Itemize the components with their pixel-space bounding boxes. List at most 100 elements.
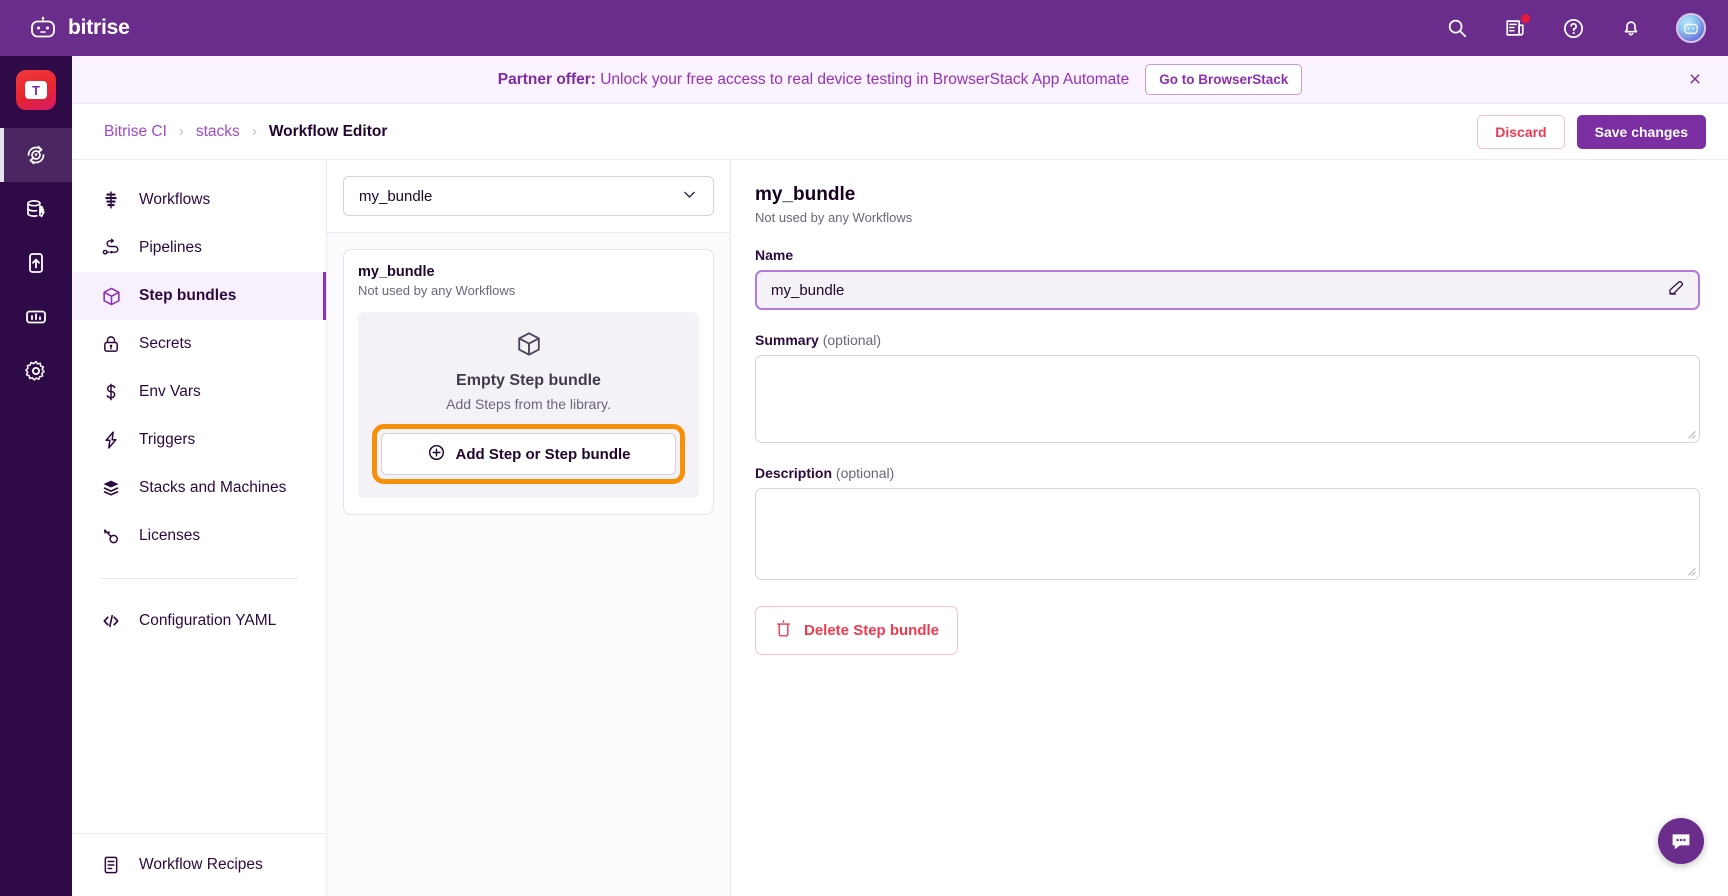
workflows-icon <box>100 189 122 211</box>
sidebar-item-triggers[interactable]: Triggers <box>72 416 326 464</box>
help-icon[interactable] <box>1560 15 1586 41</box>
summary-textarea[interactable] <box>755 355 1700 443</box>
summary-field-label: Summary (optional) <box>755 332 1700 348</box>
notification-badge-dot <box>1521 14 1530 23</box>
sidebar-item-workflows[interactable]: Workflows <box>72 176 326 224</box>
detail-subtitle: Not used by any Workflows <box>755 210 1700 225</box>
partner-offer-banner: Partner offer: Unlock your free access t… <box>72 56 1728 104</box>
sidebar-item-label: Triggers <box>139 431 195 449</box>
empty-state-subtitle: Add Steps from the library. <box>446 396 611 412</box>
plus-circle-icon <box>427 443 446 466</box>
builds-icon <box>24 143 48 167</box>
main-column: Partner offer: Unlock your free access t… <box>72 56 1728 896</box>
name-input[interactable]: my_bundle <box>755 270 1700 310</box>
sidebar-item-label: Workflows <box>139 191 210 209</box>
rail-item-builds[interactable] <box>0 128 72 182</box>
document-icon <box>100 854 122 876</box>
close-icon[interactable]: × <box>1684 69 1706 91</box>
search-icon[interactable] <box>1444 15 1470 41</box>
discard-button[interactable]: Discard <box>1477 115 1564 149</box>
step-bundle-detail-pane: my_bundle Not used by any Workflows Name… <box>731 160 1728 896</box>
detail-title: my_bundle <box>755 184 1700 206</box>
global-nav-rail: T <box>0 56 72 896</box>
editor-actions: Discard Save changes <box>1477 115 1706 149</box>
trash-icon <box>774 619 793 642</box>
empty-step-bundle-state: Empty Step bundle Add Steps from the lib… <box>358 312 699 498</box>
banner-message: Partner offer: Unlock your free access t… <box>498 71 1129 89</box>
rail-item-pipelines[interactable] <box>0 182 72 236</box>
step-bundle-card: my_bundle Not used by any Workflows <box>343 249 714 515</box>
avatar-robot-icon <box>1682 21 1700 36</box>
breadcrumb-separator: › <box>252 123 257 140</box>
description-optional-text: (optional) <box>836 465 894 481</box>
chevron-down-icon <box>681 186 698 207</box>
description-label-text: Description <box>755 465 832 481</box>
body-row: T <box>0 56 1728 896</box>
avatar[interactable] <box>1676 13 1706 43</box>
sidebar-divider <box>100 578 298 579</box>
resize-grip-icon[interactable] <box>1685 428 1696 439</box>
sidebar-footer: Workflow Recipes <box>72 833 326 896</box>
code-brackets-icon <box>100 610 122 632</box>
bundle-select-wrapper: my_bundle <box>327 160 730 233</box>
rail-item-settings[interactable] <box>0 344 72 398</box>
description-textarea[interactable] <box>755 488 1700 580</box>
notifications-bell-icon[interactable] <box>1618 15 1644 41</box>
workspace-logo-letter: T <box>25 81 47 99</box>
sidebar-item-configuration-yaml[interactable]: Configuration YAML <box>72 597 326 645</box>
sidebar-item-label: Configuration YAML <box>139 612 276 630</box>
description-field-label: Description (optional) <box>755 465 1700 481</box>
breadcrumb: Bitrise CI › stacks › Workflow Editor <box>104 123 387 141</box>
rail-item-insights[interactable] <box>0 290 72 344</box>
pipelines-icon <box>100 237 122 259</box>
resize-grip-icon[interactable] <box>1685 565 1696 576</box>
add-step-or-step-bundle-button[interactable]: Add Step or Step bundle <box>381 433 676 475</box>
go-to-browserstack-button[interactable]: Go to BrowserStack <box>1145 64 1302 95</box>
sidebar-item-label: Step bundles <box>139 287 236 305</box>
delete-button-label: Delete Step bundle <box>804 622 939 639</box>
save-changes-button[interactable]: Save changes <box>1577 115 1706 149</box>
step-bundle-select[interactable]: my_bundle <box>343 176 714 216</box>
sidebar-item-secrets[interactable]: Secrets <box>72 320 326 368</box>
bitrise-logo[interactable]: bitrise <box>22 16 130 40</box>
add-step-button-label: Add Step or Step bundle <box>456 446 631 463</box>
sidebar-item-licenses[interactable]: Licenses <box>72 512 326 560</box>
sidebar-item-workflow-recipes[interactable]: Workflow Recipes <box>72 834 326 896</box>
breadcrumb-item-bitrise-ci[interactable]: Bitrise CI <box>104 123 167 141</box>
summary-field-group: Summary (optional) <box>755 332 1700 443</box>
step-bundle-list-pane: my_bundle my_bundle Not used by any Work <box>327 160 731 896</box>
chat-bubble-icon <box>1669 829 1693 853</box>
page-title: Workflow Editor <box>269 123 388 141</box>
bundle-card-subtitle: Not used by any Workflows <box>358 283 699 298</box>
name-field-label: Name <box>755 247 1700 263</box>
bitrise-robot-icon <box>29 16 57 40</box>
sidebar-item-env-vars[interactable]: Env Vars <box>72 368 326 416</box>
editor-panes: Workflows Pipelines <box>72 159 1728 896</box>
key-icon <box>100 525 122 547</box>
chat-button[interactable] <box>1658 818 1704 864</box>
settings-gear-icon <box>24 359 48 383</box>
highlight-ring: Add Step or Step bundle <box>372 424 685 484</box>
bundle-card-wrapper: my_bundle Not used by any Workflows <box>327 233 730 531</box>
deploy-icon <box>24 251 48 275</box>
empty-state-title: Empty Step bundle <box>456 372 601 390</box>
edit-pencil-icon[interactable] <box>1667 279 1685 301</box>
workspace-logo[interactable]: T <box>16 70 56 110</box>
name-field-group: Name my_bundle <box>755 247 1700 310</box>
summary-optional-text: (optional) <box>823 332 881 348</box>
sidebar-item-step-bundles[interactable]: Step bundles <box>72 272 326 320</box>
sidebar-item-stacks-and-machines[interactable]: Stacks and Machines <box>72 464 326 512</box>
changelog-icon[interactable] <box>1502 15 1528 41</box>
name-input-value: my_bundle <box>771 282 844 299</box>
sidebar-item-pipelines[interactable]: Pipelines <box>72 224 326 272</box>
delete-step-bundle-button[interactable]: Delete Step bundle <box>755 606 958 655</box>
breadcrumb-item-stacks[interactable]: stacks <box>196 123 240 141</box>
sidebar-item-label: Licenses <box>139 527 200 545</box>
bundle-card-title: my_bundle <box>358 264 699 280</box>
dollar-icon <box>100 381 122 403</box>
step-bundle-select-value: my_bundle <box>359 188 432 205</box>
header-actions <box>1444 13 1706 43</box>
rail-item-deploy[interactable] <box>0 236 72 290</box>
brand-wordmark: bitrise <box>68 16 130 40</box>
step-bundles-cube-icon <box>515 330 543 363</box>
